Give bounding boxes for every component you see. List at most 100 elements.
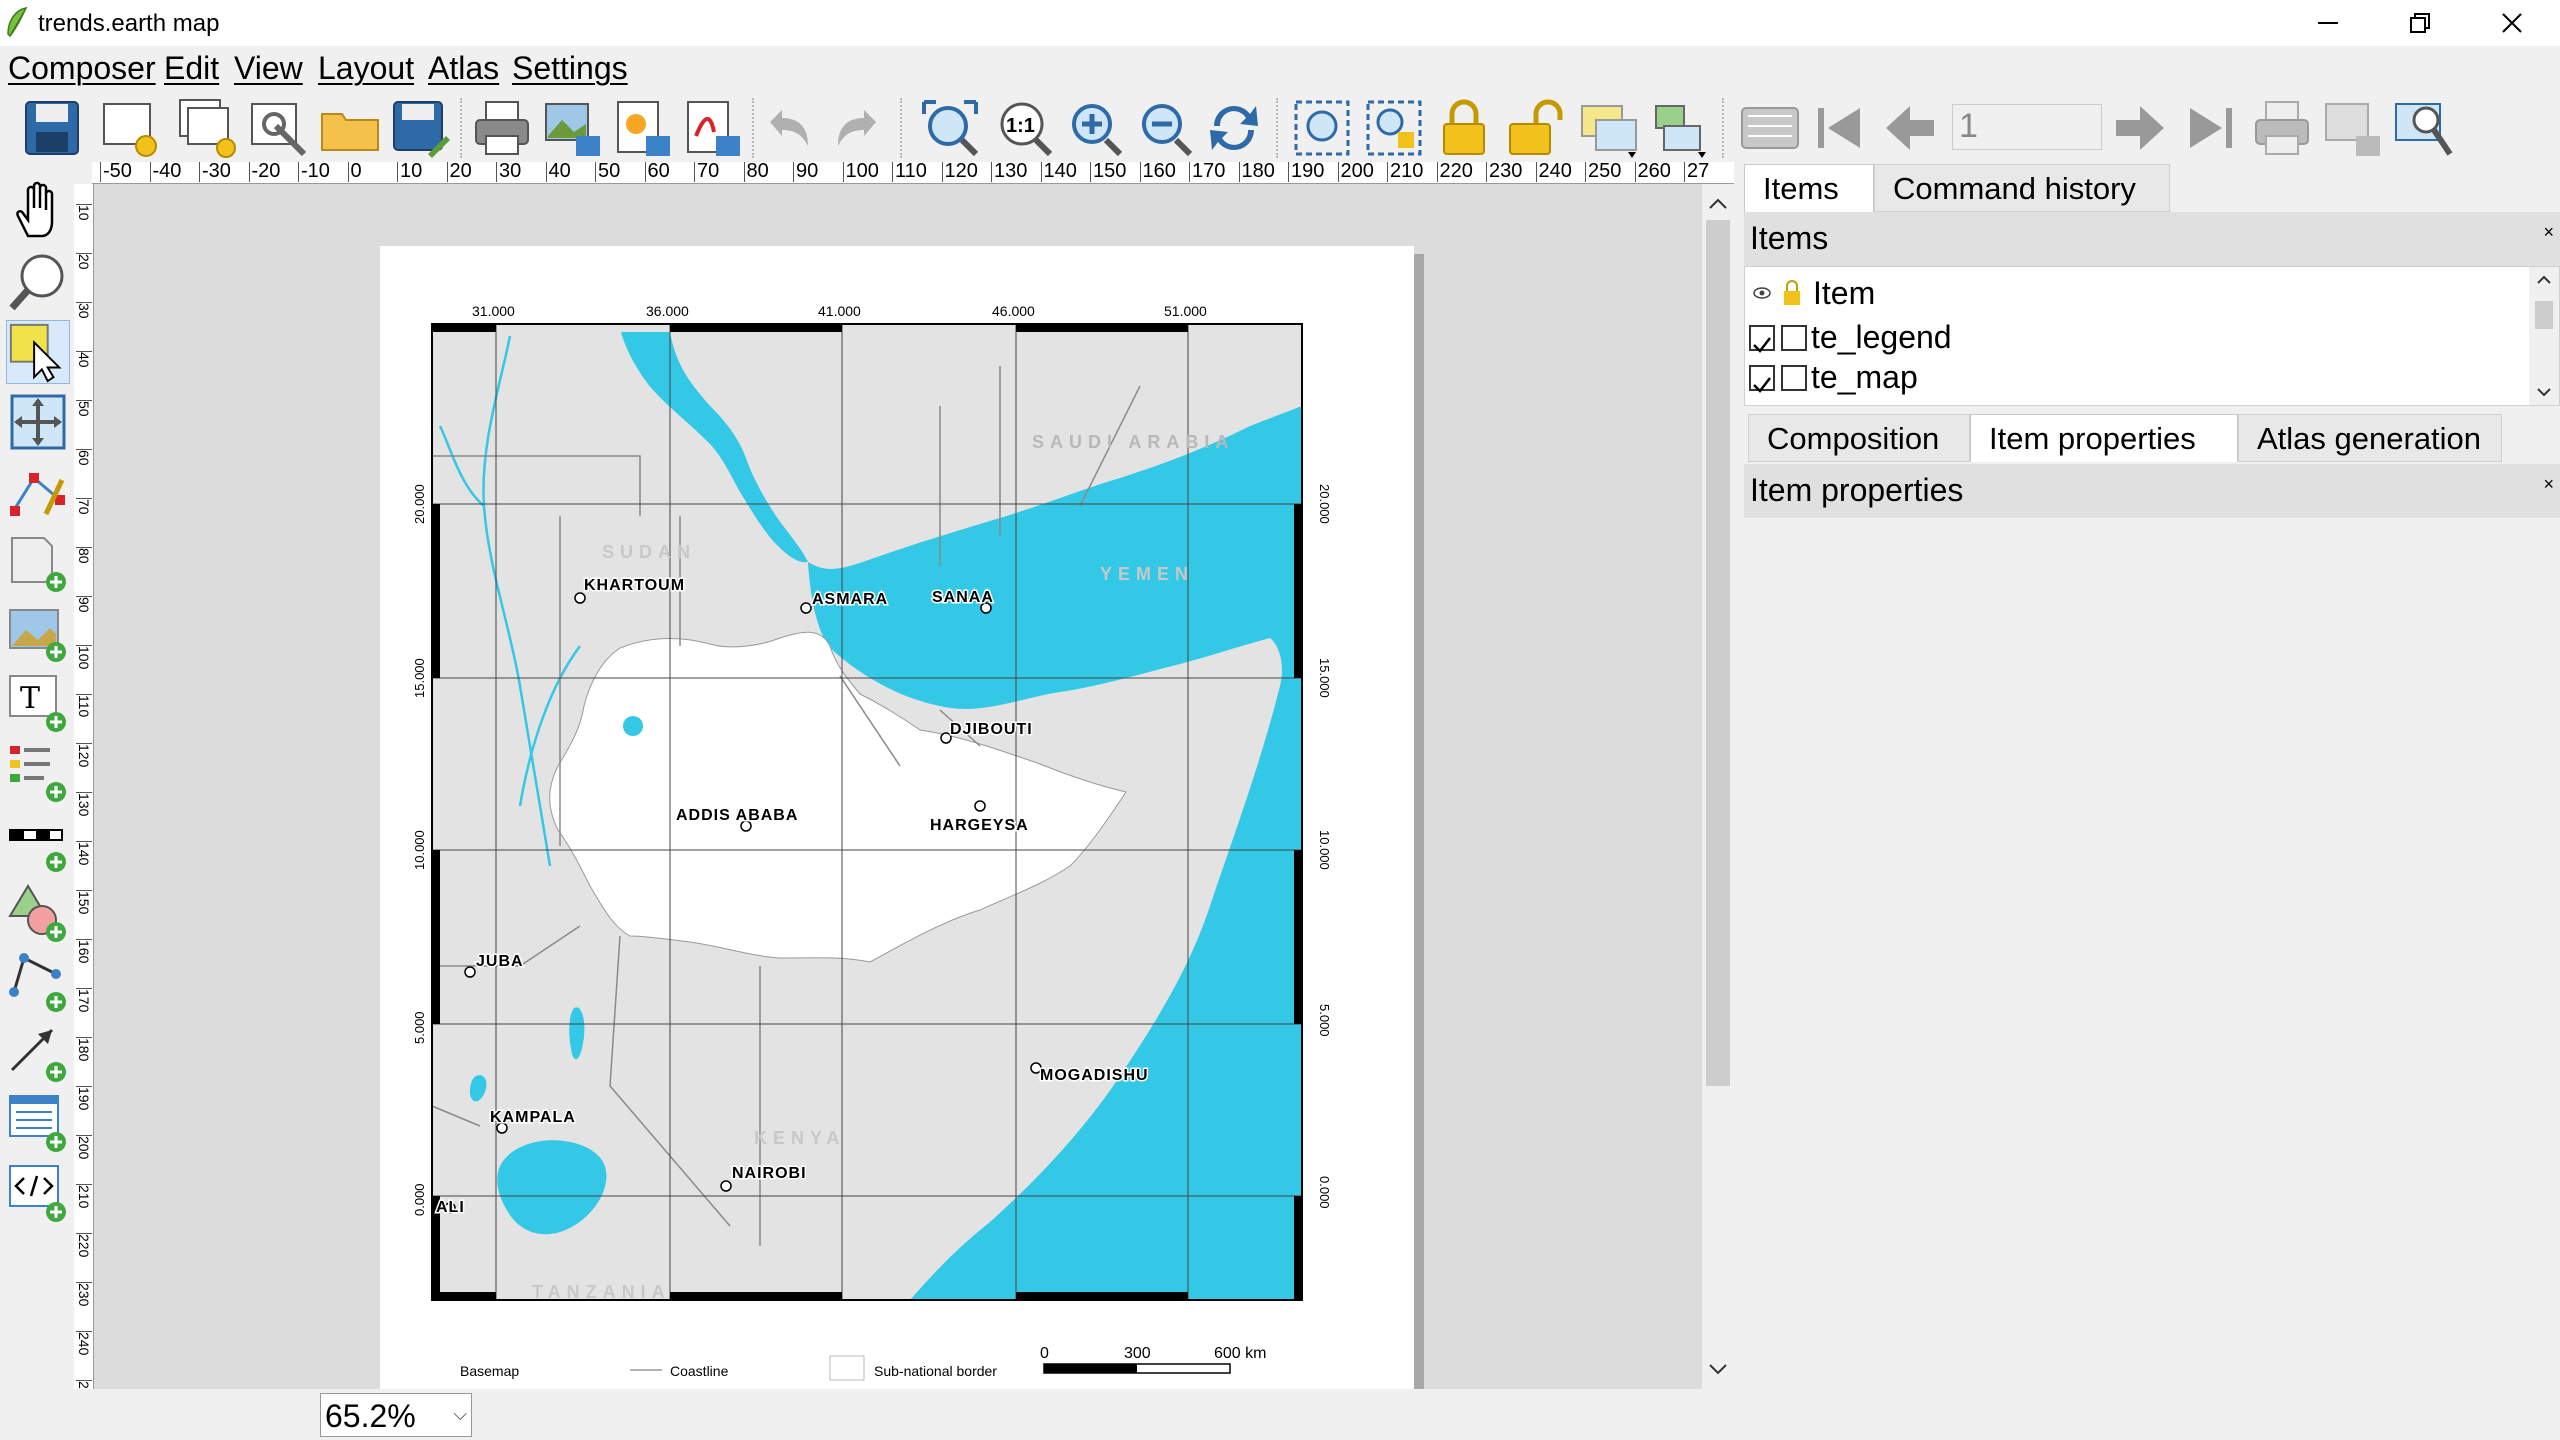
atlas-settings-icon[interactable] bbox=[2392, 96, 2456, 160]
move-item-content-icon[interactable] bbox=[6, 390, 70, 454]
zoom-actual-icon[interactable]: 1:1 bbox=[992, 96, 1056, 160]
items-scrollbar[interactable] bbox=[2529, 267, 2559, 405]
ruler-label: 150 bbox=[76, 890, 92, 915]
add-html-icon[interactable] bbox=[6, 1160, 70, 1224]
scroll-thumb[interactable] bbox=[2535, 301, 2553, 329]
menu-edit[interactable]: Edit bbox=[164, 50, 219, 87]
close-icon[interactable]: × bbox=[2543, 474, 2554, 495]
ruler-label: 30 bbox=[496, 162, 521, 182]
menu-view[interactable]: View bbox=[234, 50, 303, 87]
zoom-in-icon[interactable] bbox=[1062, 96, 1126, 160]
longitude-label: 31.000 bbox=[472, 303, 515, 319]
legend-coastline: Coastline bbox=[670, 1363, 729, 1379]
previous-feature-icon[interactable] bbox=[1878, 96, 1942, 160]
item-row-te-legend[interactable]: te_legend bbox=[1745, 319, 2525, 359]
export-pdf-icon[interactable] bbox=[680, 96, 744, 160]
menu-layout[interactable]: Layout bbox=[318, 50, 414, 87]
atlas-preview-icon[interactable] bbox=[1738, 96, 1802, 160]
unlock-icon[interactable] bbox=[1502, 96, 1566, 160]
composer-canvas[interactable]: 31.000 36.000 41.000 46.000 51.000 20.000 15.… bbox=[94, 184, 1702, 1389]
add-map-icon[interactable] bbox=[6, 530, 70, 594]
scroll-up-icon[interactable] bbox=[2529, 269, 2559, 289]
minimize-button[interactable] bbox=[2282, 0, 2374, 46]
new-composer-icon[interactable] bbox=[98, 96, 162, 160]
zoom-combobox[interactable]: 65.2% ⌵ bbox=[320, 1393, 472, 1437]
tab-item-properties[interactable]: Item properties bbox=[1970, 414, 2238, 462]
select-move-item-tool[interactable] bbox=[6, 320, 70, 384]
close-button[interactable] bbox=[2466, 0, 2558, 46]
restore-button[interactable] bbox=[2374, 0, 2466, 46]
scroll-up-icon[interactable] bbox=[1702, 188, 1734, 218]
pan-icon[interactable] bbox=[6, 178, 70, 242]
ruler-label: 10 bbox=[397, 162, 422, 182]
print-atlas-icon[interactable] bbox=[2250, 96, 2314, 160]
ruler-label: 160 bbox=[1139, 162, 1176, 182]
next-feature-icon[interactable] bbox=[2108, 96, 2172, 160]
items-dock-header: Items × bbox=[1744, 212, 2560, 266]
ruler-label: 120 bbox=[941, 162, 978, 182]
raise-items-icon[interactable] bbox=[1578, 96, 1642, 160]
add-scalebar-icon[interactable] bbox=[6, 810, 70, 874]
feature-page-spinbox[interactable]: 1 bbox=[1952, 104, 2102, 150]
redo-icon[interactable] bbox=[826, 96, 890, 160]
add-attribute-table-icon[interactable] bbox=[6, 1090, 70, 1154]
close-icon[interactable]: × bbox=[2543, 222, 2554, 243]
export-image-icon[interactable] bbox=[540, 96, 604, 160]
lock-checkbox[interactable] bbox=[1781, 325, 1807, 351]
map-item[interactable]: 31.000 36.000 41.000 46.000 51.000 20.000 15.… bbox=[380, 246, 1414, 1389]
visible-checkbox[interactable] bbox=[1749, 365, 1775, 393]
print-icon[interactable] bbox=[470, 96, 534, 160]
ruler-label: 40 bbox=[545, 162, 571, 182]
page[interactable]: 31.000 36.000 41.000 46.000 51.000 20.000 15.… bbox=[380, 246, 1414, 1389]
canvas-vertical-scrollbar[interactable] bbox=[1702, 184, 1734, 1389]
save-template-icon[interactable] bbox=[388, 96, 452, 160]
ruler-label: 70 bbox=[76, 498, 92, 515]
add-node-item-icon[interactable] bbox=[6, 950, 70, 1014]
add-image-icon[interactable] bbox=[6, 600, 70, 664]
items-tree[interactable]: Item te_legend te_map bbox=[1744, 266, 2560, 406]
city-label: ASMARA bbox=[812, 591, 888, 608]
edit-nodes-icon[interactable] bbox=[6, 460, 70, 524]
group-items-icon[interactable] bbox=[1290, 96, 1354, 160]
scroll-down-icon[interactable] bbox=[2529, 383, 2559, 403]
latitude-label: 10.000 bbox=[1317, 830, 1332, 870]
tab-atlas-generation[interactable]: Atlas generation bbox=[2238, 414, 2502, 462]
ruler-label: 80 bbox=[743, 162, 769, 182]
ruler-label: 130 bbox=[76, 792, 92, 817]
menu-settings[interactable]: Settings bbox=[512, 50, 628, 87]
align-items-icon[interactable] bbox=[1648, 96, 1712, 160]
first-feature-icon[interactable] bbox=[1808, 96, 1872, 160]
zoom-out-icon[interactable] bbox=[1132, 96, 1196, 160]
ungroup-items-icon[interactable] bbox=[1362, 96, 1426, 160]
tab-composition[interactable]: Composition bbox=[1748, 414, 1970, 462]
toolbar-separator bbox=[460, 98, 464, 158]
add-legend-icon[interactable] bbox=[6, 740, 70, 804]
undo-icon[interactable] bbox=[756, 96, 820, 160]
item-name: te_map bbox=[1811, 359, 1918, 395]
zoom-full-icon[interactable] bbox=[918, 96, 982, 160]
last-feature-icon[interactable] bbox=[2178, 96, 2242, 160]
tab-items[interactable]: Items bbox=[1744, 164, 1874, 212]
open-template-icon[interactable] bbox=[318, 96, 382, 160]
export-atlas-icon[interactable] bbox=[2320, 96, 2384, 160]
scroll-thumb[interactable] bbox=[1706, 220, 1730, 1086]
add-label-icon[interactable]: T bbox=[6, 670, 70, 734]
visible-checkbox[interactable] bbox=[1749, 325, 1775, 353]
lock-checkbox[interactable] bbox=[1781, 365, 1807, 391]
add-arrow-icon[interactable] bbox=[6, 1020, 70, 1084]
add-shape-icon[interactable] bbox=[6, 880, 70, 944]
zoom-tool-icon[interactable] bbox=[6, 250, 70, 314]
item-row-te-map[interactable]: te_map bbox=[1745, 359, 2525, 399]
menu-composer[interactable]: Composer bbox=[8, 50, 156, 87]
tab-command-history[interactable]: Command history bbox=[1874, 164, 2170, 212]
scroll-down-icon[interactable] bbox=[1702, 1355, 1734, 1385]
window-title: trends.earth map bbox=[38, 10, 220, 37]
refresh-icon[interactable] bbox=[1202, 96, 1266, 160]
ruler-label: 60 bbox=[76, 449, 92, 466]
save-icon[interactable] bbox=[20, 96, 84, 160]
composer-manager-icon[interactable] bbox=[246, 96, 310, 160]
menu-atlas[interactable]: Atlas bbox=[428, 50, 499, 87]
export-svg-icon[interactable] bbox=[610, 96, 674, 160]
lock-icon[interactable] bbox=[1432, 96, 1496, 160]
duplicate-composer-icon[interactable] bbox=[176, 96, 240, 160]
